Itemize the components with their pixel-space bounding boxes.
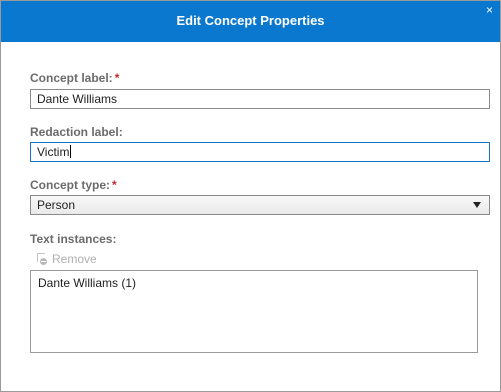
concept-label-heading: Concept label: * [30,71,119,85]
remove-icon [36,253,48,265]
list-item[interactable]: Dante Williams (1) [38,276,136,290]
chevron-down-icon [473,202,481,208]
close-icon[interactable]: × [486,4,493,16]
dialog-titlebar: Edit Concept Properties × [1,1,500,42]
edit-concept-properties-dialog: Edit Concept Properties × Concept label:… [0,0,501,392]
concept-label-input[interactable]: Dante Williams [30,89,490,109]
redaction-label-value: Victim [37,145,70,159]
text-cursor [70,145,72,158]
text-instances-heading: Text instances: [30,232,117,246]
remove-button-label: Remove [52,252,97,266]
concept-type-text: Concept type: [30,178,111,192]
concept-type-heading: Concept type: * [30,178,117,192]
text-instances-list[interactable]: Dante Williams (1) [30,270,478,353]
redaction-label-input[interactable]: Victim [30,142,490,162]
redaction-label-heading: Redaction label: [30,125,123,139]
required-marker: * [112,178,117,192]
remove-button[interactable]: Remove [36,251,97,267]
concept-label-text: Concept label: [30,71,113,85]
concept-type-select[interactable]: Person [30,195,490,215]
concept-type-selected: Person [37,198,76,212]
dialog-title: Edit Concept Properties [176,13,325,28]
required-marker: * [114,71,120,85]
